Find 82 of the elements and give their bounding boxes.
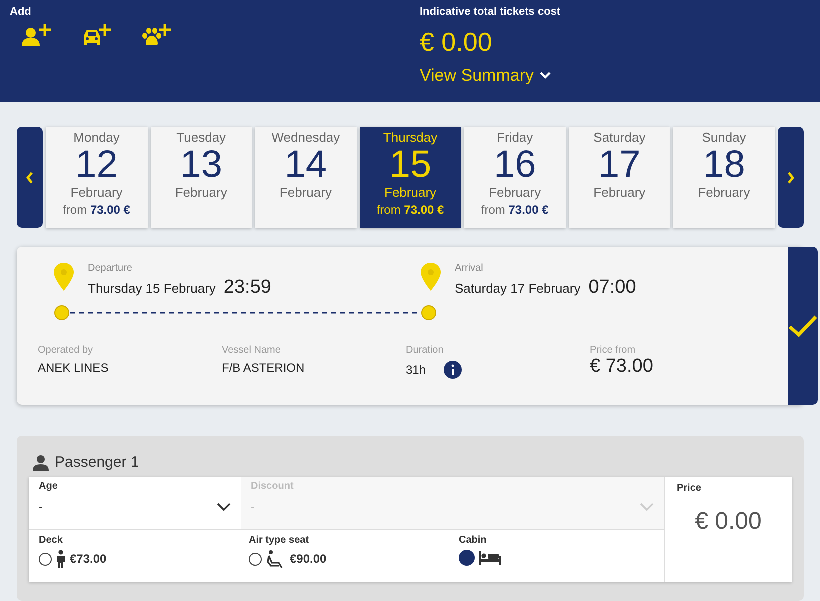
date-tab[interactable]: Friday 16 February from 73.00 € (464, 127, 566, 228)
view-summary-link[interactable]: View Summary (420, 66, 551, 86)
day-number: 13 (180, 145, 222, 185)
date-tab[interactable]: Tuesday 13 February (150, 127, 252, 228)
date-tab[interactable]: Thursday 15 February from 73.00 € (360, 127, 462, 228)
detail-label: Price from (590, 345, 637, 356)
detail-value: ANEK LINES (38, 361, 109, 375)
total-cost: € 0.00 (420, 27, 494, 58)
weekday: Friday (497, 130, 534, 145)
day-number: 16 (494, 145, 536, 185)
radio-button[interactable] (39, 552, 52, 566)
date-tab[interactable]: Saturday 17 February (568, 127, 670, 228)
radio-button[interactable] (459, 550, 475, 566)
month: February (280, 185, 332, 200)
day-number: 12 (76, 145, 118, 185)
cost-label: Indicative total tickets cost (420, 6, 561, 18)
end-time: 07:00 (588, 277, 636, 299)
day-number: 14 (284, 145, 328, 185)
option-label: Cabin (459, 535, 488, 546)
add-pet-button[interactable] (142, 24, 172, 46)
chevron-down-icon (217, 502, 231, 512)
person-add-icon (22, 24, 52, 46)
date-price: from 73.00 € (481, 203, 549, 217)
standing-person-icon (56, 550, 66, 568)
date-tab[interactable]: Sunday 18 February (673, 127, 776, 228)
month: February (489, 185, 542, 200)
person-icon (33, 454, 49, 470)
radio-button[interactable] (249, 552, 262, 566)
location-pin-icon (54, 263, 74, 291)
weekday: Thursday (383, 130, 438, 145)
chevron-left-icon (26, 172, 34, 184)
detail-value: 31h (406, 363, 426, 377)
add-vehicle-button[interactable] (82, 24, 112, 46)
month: February (175, 185, 228, 200)
car-add-icon (82, 24, 112, 46)
weekday: Tuesday (176, 130, 226, 145)
month: February (594, 185, 646, 200)
chevron-down-icon (640, 502, 654, 512)
chevron-down-icon (540, 72, 551, 80)
detail-value: F/B ASTERION (222, 361, 305, 375)
dropdown-field[interactable]: Age - (29, 477, 241, 529)
bed-icon (479, 551, 501, 565)
add-passenger-button[interactable] (22, 24, 52, 46)
previous-week-button[interactable] (17, 127, 43, 228)
price-label: Price (677, 483, 702, 494)
month: February (70, 185, 123, 200)
day-number: 17 (598, 145, 641, 185)
end-label: Arrival (455, 263, 484, 274)
date-tab[interactable]: Monday 12 February from 73.00 € (46, 127, 148, 228)
option-price: €90.00 (290, 552, 327, 566)
option-label: Deck (39, 535, 64, 546)
date-tab[interactable]: Wednesday 14 February (255, 127, 357, 228)
month: February (698, 185, 750, 200)
next-week-button[interactable] (778, 127, 804, 228)
dropdown-field: Discount - (241, 477, 664, 529)
price-value: € 73.00 (590, 356, 654, 378)
month: February (384, 185, 437, 200)
day-number: 15 (389, 145, 432, 185)
passenger-title: Passenger 1 (55, 454, 140, 471)
day-number: 18 (703, 145, 746, 185)
select-trip-button[interactable] (788, 247, 818, 405)
end-date: Thursday 15 February (88, 281, 216, 296)
option-label: Air type seat (249, 535, 310, 546)
end-date: Saturday 17 February (455, 281, 581, 296)
location-pin-icon (421, 263, 441, 291)
weekday: Monday (74, 130, 120, 145)
weekday: Wednesday (272, 130, 340, 145)
paw-add-icon (142, 24, 172, 46)
option-price: €73.00 (70, 552, 107, 566)
detail-label: Vessel Name (222, 345, 282, 356)
price-value: € 0.00 (694, 508, 763, 536)
add-label: Add (10, 6, 32, 18)
end-time: 23:59 (224, 277, 272, 299)
date-price: from 73.00 € (376, 203, 444, 217)
date-price: from 73.00 € (63, 203, 130, 217)
weekday: Sunday (702, 130, 746, 145)
checkmark-icon (788, 314, 818, 338)
detail-label: Operated by (38, 345, 94, 356)
weekday: Saturday (594, 130, 646, 145)
detail-label: Duration (406, 345, 445, 356)
end-label: Departure (88, 263, 134, 274)
chevron-right-icon (787, 172, 796, 184)
